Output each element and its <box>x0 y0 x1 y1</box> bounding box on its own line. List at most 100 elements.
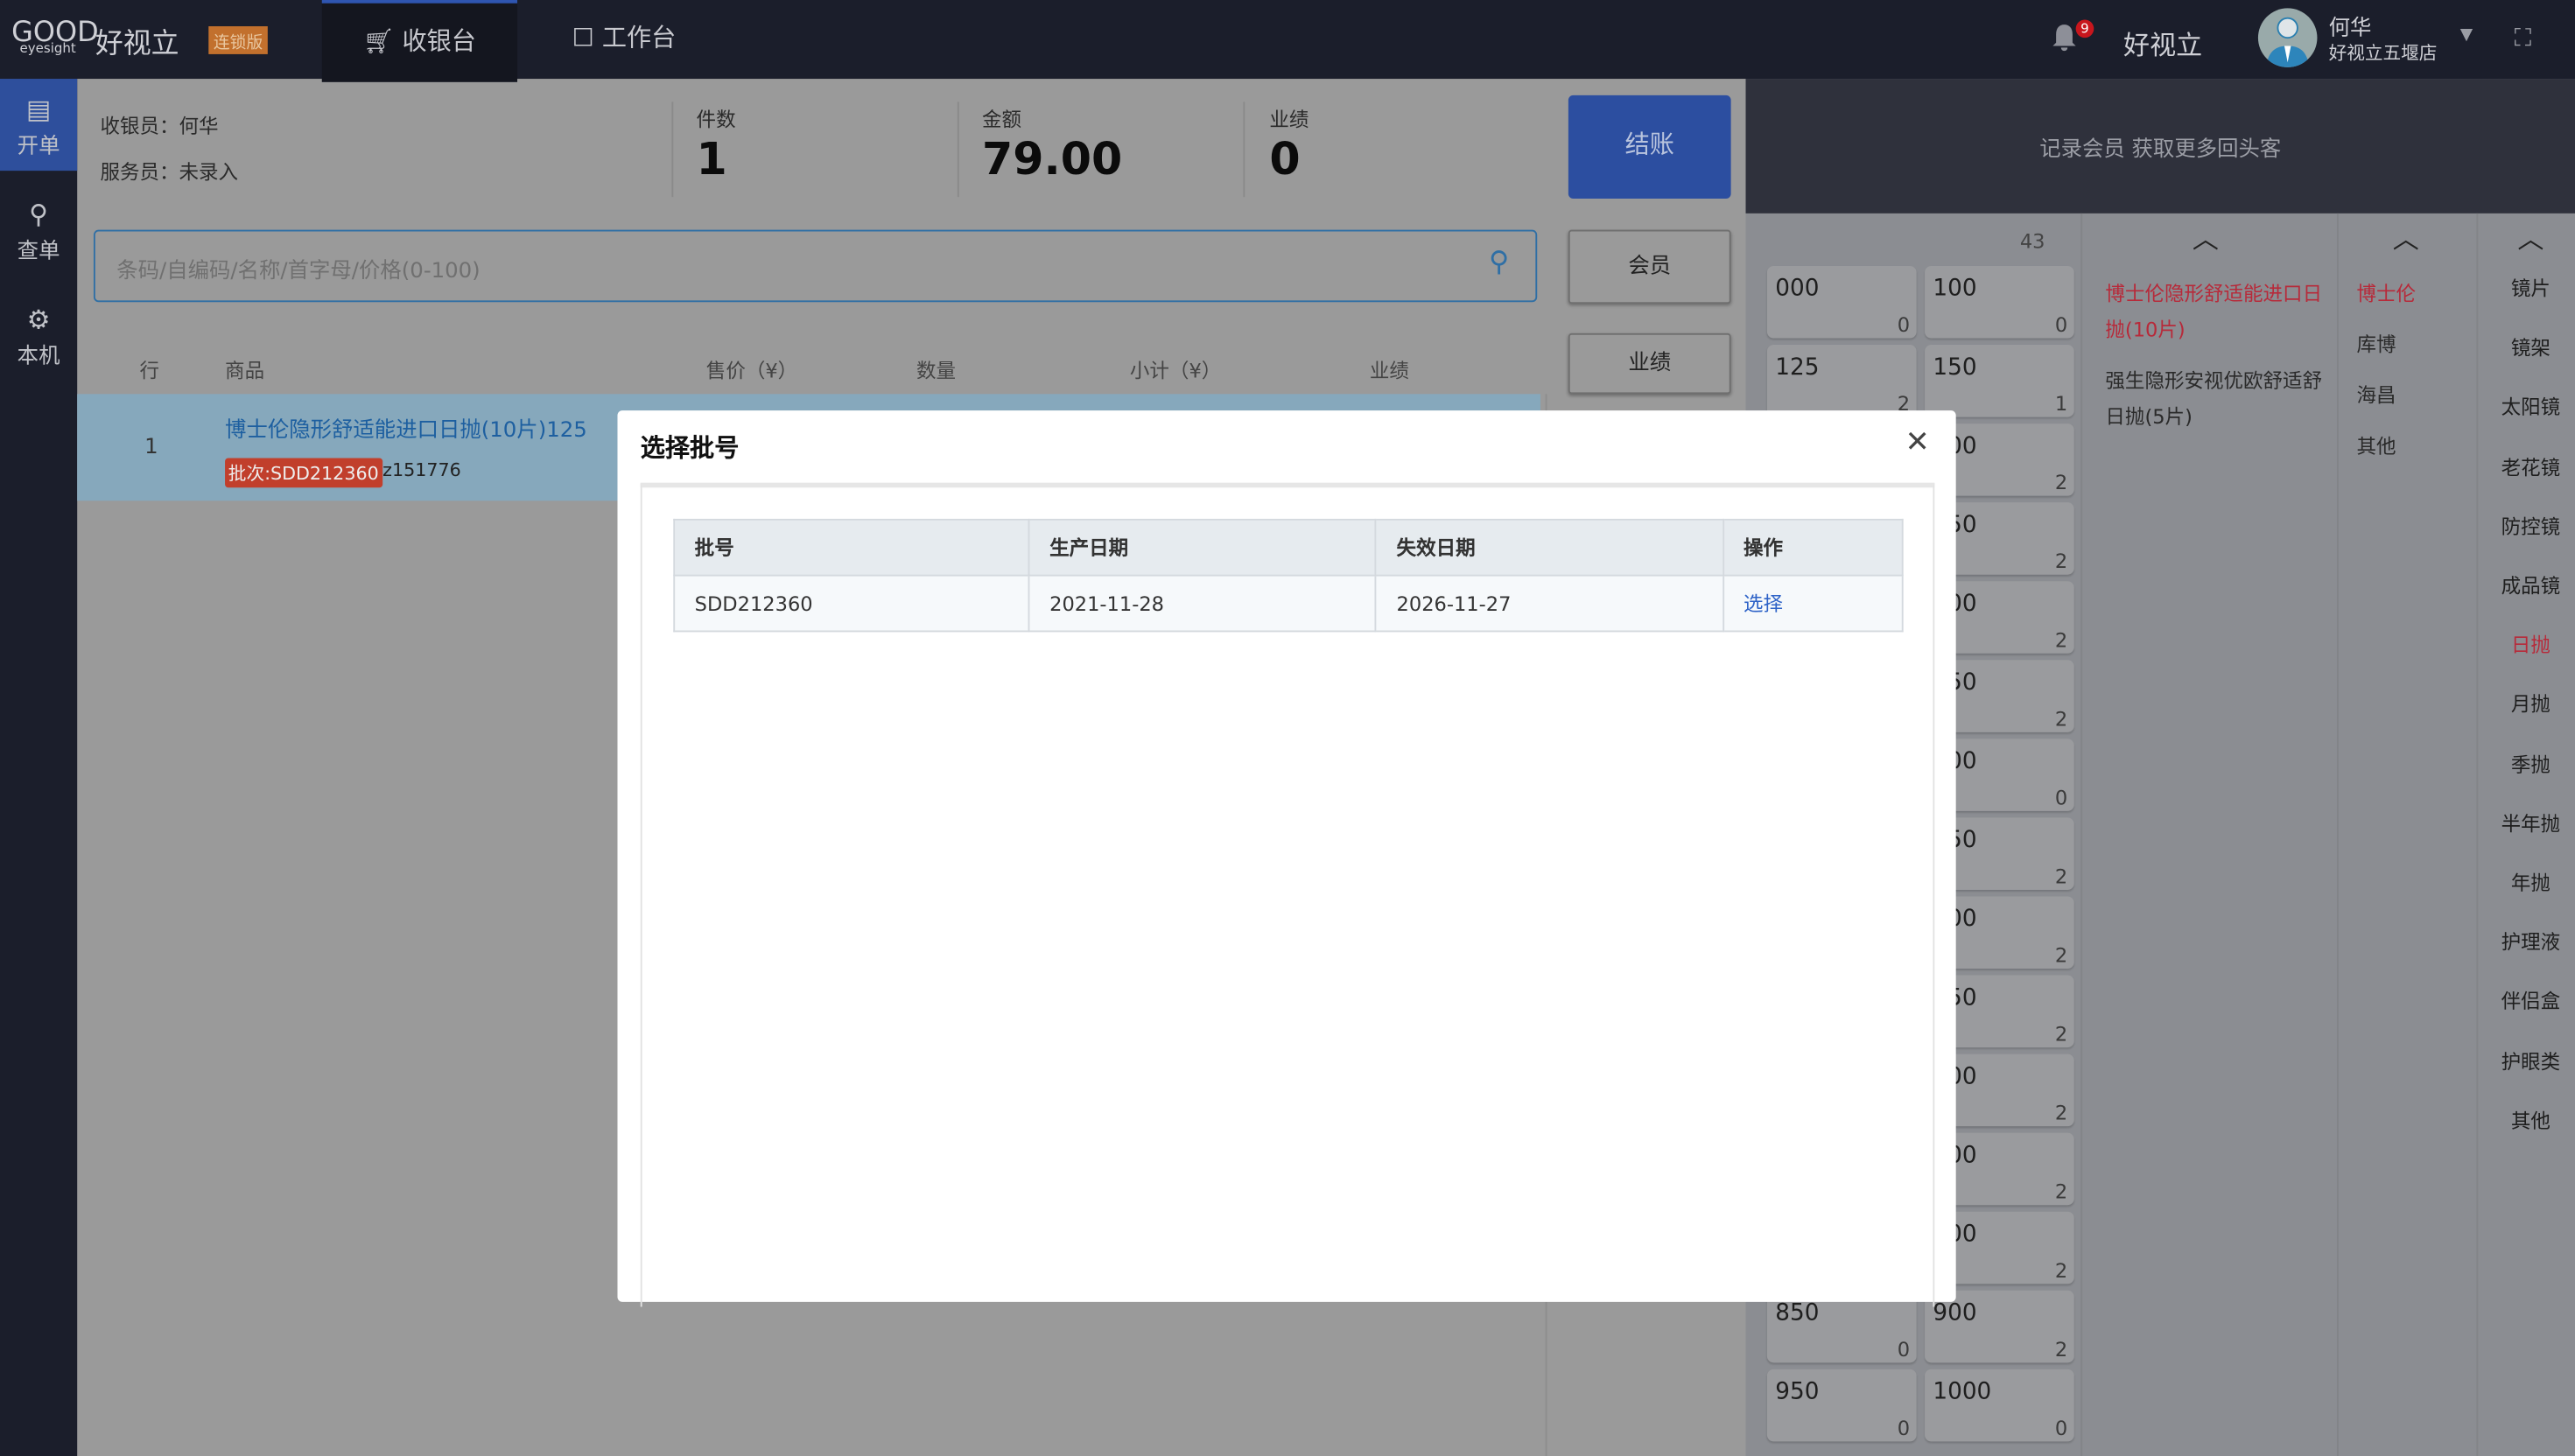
scroll-up-icon[interactable]: ︿ <box>2393 217 2419 256</box>
power-stock: 0 <box>1897 1417 1911 1440</box>
category-item[interactable]: 日抛 <box>2483 631 2575 659</box>
row-index: 1 <box>144 435 158 460</box>
category-item[interactable]: 成品镜 <box>2483 571 2575 599</box>
category-item[interactable]: 护眼类 <box>2483 1046 2575 1074</box>
power-stock: 2 <box>2054 864 2068 889</box>
gear-icon: ⚙ <box>26 304 51 335</box>
category-item[interactable]: 伴侣盒 <box>2483 987 2575 1015</box>
batch-badge[interactable]: 批次:SDD212360 <box>225 458 382 488</box>
performance-button[interactable]: 业绩 <box>1568 332 1731 395</box>
product-code: z151776 <box>382 459 461 481</box>
power-value: 950 <box>1775 1379 1820 1406</box>
search-icon: ⚲ <box>29 199 49 230</box>
column-header: 数量 <box>916 359 957 383</box>
sidebar-item-new-order[interactable]: ▤ 开单 <box>0 79 78 172</box>
store-name: 好视立五堰店 <box>2328 42 2438 65</box>
power-stock: 2 <box>2054 707 2068 731</box>
power-stock: 0 <box>1897 1338 1911 1362</box>
stat-value-count: 1 <box>696 134 727 186</box>
category-item[interactable]: 防控镜 <box>2483 512 2575 540</box>
power-cell[interactable]: 000 0 <box>1766 265 1917 339</box>
power-stock: 0 <box>2054 786 2068 810</box>
sidebar-item-device[interactable]: ⚙ 本机 <box>0 289 77 381</box>
product-name[interactable]: 博士伦隐形舒适能进口日抛(10片)125 <box>225 412 587 443</box>
user-name: 何华 <box>2328 16 2372 41</box>
avatar[interactable] <box>2257 8 2318 67</box>
power-stock: 2 <box>2054 943 2068 968</box>
power-cell[interactable]: 150 1 <box>1925 345 2074 417</box>
column-header: 生产日期 <box>1028 518 1378 577</box>
category-item[interactable]: 半年抛 <box>2483 809 2575 837</box>
scroll-up-icon[interactable]: ︿ <box>2517 217 2543 256</box>
column-header: 失效日期 <box>1375 518 1724 577</box>
select-link[interactable]: 选择 <box>1744 592 1783 615</box>
power-value: 000 <box>1775 276 1820 303</box>
power-cell[interactable]: 100 0 <box>1925 265 2074 339</box>
power-stock: 1 <box>2054 392 2068 416</box>
bell-icon[interactable] <box>2051 23 2077 52</box>
member-banner[interactable]: 记录会员 获取更多回头客 <box>1745 79 2575 214</box>
product-item[interactable]: 博士伦隐形舒适能进口日抛(10片) <box>2105 276 2335 348</box>
cart-icon: 🛒︎ <box>362 26 395 56</box>
power-value: 100 <box>1933 276 1977 303</box>
tab-label: 收银台 <box>402 26 476 56</box>
search-icon[interactable]: ⚲ <box>1489 246 1509 279</box>
stat-label: 业绩 <box>1269 108 1309 132</box>
column-header: 售价（¥） <box>705 359 798 383</box>
server-label[interactable]: 服务员：未录入 <box>100 158 238 186</box>
power-total: 43 <box>2019 229 2045 253</box>
stat-value-amount: 79.00 <box>982 134 1123 186</box>
close-icon[interactable]: ✕ <box>1905 425 1930 459</box>
fullscreen-icon[interactable]: ⛶ <box>2515 23 2532 52</box>
sidebar-item-orders[interactable]: ⚲ 查单 <box>0 184 77 276</box>
power-cell[interactable]: 950 0 <box>1766 1368 1917 1442</box>
company-name: 好视立 <box>2123 29 2203 61</box>
power-stock: 0 <box>1897 313 1911 337</box>
power-value: 125 <box>1775 354 1820 382</box>
power-stock: 2 <box>2054 628 2068 652</box>
product-item[interactable]: 强生隐形安视优欧舒适舒日抛(5片) <box>2105 363 2335 436</box>
dialog-title: 选择批号 <box>640 433 740 464</box>
category-item[interactable]: 护理液 <box>2483 928 2575 956</box>
category-item[interactable]: 其他 <box>2483 1106 2575 1134</box>
search-placeholder: 条码/自编码/名称/首字母/价格(0-100) <box>116 259 481 284</box>
member-button[interactable]: 会员 <box>1568 229 1731 304</box>
divider <box>1243 102 1245 198</box>
power-stock: 2 <box>2054 550 2068 573</box>
column-header: 批号 <box>673 518 1030 577</box>
category-item[interactable]: 月抛 <box>2483 690 2575 718</box>
category-item[interactable]: 季抛 <box>2483 750 2575 778</box>
brand-item[interactable]: 博士伦 <box>2356 276 2471 312</box>
power-stock: 2 <box>2054 1259 2068 1283</box>
brand-item[interactable]: 海昌 <box>2356 378 2471 414</box>
scroll-up-icon[interactable]: ︿ <box>2193 217 2219 256</box>
search-input[interactable]: 条码/自编码/名称/首字母/价格(0-100) ⚲ <box>93 229 1538 303</box>
column-header: 小计（¥） <box>1129 359 1222 383</box>
tab-workbench[interactable]: ☐ 工作台 <box>542 0 706 79</box>
category-item[interactable]: 镜架 <box>2483 333 2575 361</box>
sidebar-item-label: 查单 <box>17 239 60 265</box>
power-cell[interactable]: 1000 0 <box>1925 1368 2074 1442</box>
category-item[interactable]: 年抛 <box>2483 869 2575 897</box>
banner-text: 记录会员 获取更多回头客 <box>2039 137 2282 163</box>
checkout-button[interactable]: 结账 <box>1568 94 1731 200</box>
power-stock: 2 <box>2054 1180 2068 1204</box>
column-header: 业绩 <box>1369 359 1409 383</box>
table-row: SDD212360 2021-11-28 2026-11-27 选择 <box>673 574 1904 633</box>
production-date: 2021-11-28 <box>1028 574 1378 633</box>
brand-item[interactable]: 其他 <box>2356 429 2471 465</box>
category-item[interactable]: 镜片 <box>2483 274 2575 302</box>
select-batch-dialog: 选择批号 ✕ 批号 生产日期 失效日期 操作 SDD212360 2021-11… <box>617 410 1956 1307</box>
divider <box>2080 213 2083 1456</box>
sidebar-item-label: 本机 <box>17 345 60 370</box>
category-item[interactable]: 老花镜 <box>2483 452 2575 480</box>
stat-value-performance: 0 <box>1269 134 1301 186</box>
brand-item[interactable]: 库博 <box>2356 326 2471 362</box>
divider <box>2476 213 2479 1456</box>
power-value: 1000 <box>1933 1379 1992 1406</box>
tab-cashier[interactable]: 🛒︎ 收银台 <box>321 0 518 82</box>
caret-down-icon[interactable]: ▼ <box>2460 26 2473 45</box>
power-cell[interactable]: 125 2 <box>1766 345 1917 417</box>
power-value: 900 <box>1933 1300 1977 1327</box>
category-item[interactable]: 太阳镜 <box>2483 393 2575 421</box>
